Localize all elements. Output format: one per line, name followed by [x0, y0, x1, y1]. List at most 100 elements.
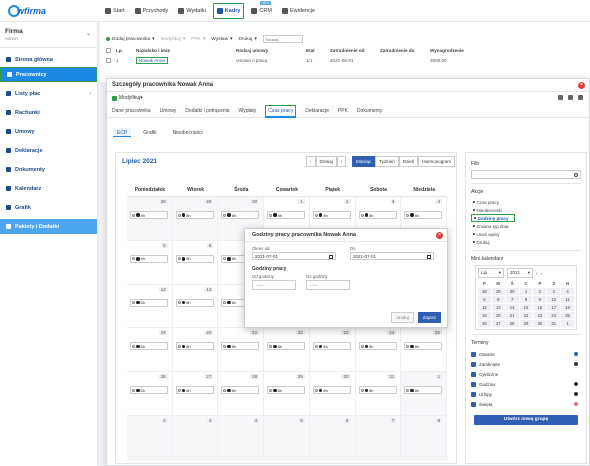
subtab-schedule[interactable]: Grafik	[139, 128, 160, 137]
term-item[interactable]: Urlopy	[471, 389, 581, 399]
next-button[interactable]: ›	[336, 156, 347, 167]
term-item[interactable]: Cykliczne	[471, 369, 581, 379]
mini-day[interactable]: 14	[505, 304, 519, 311]
action-absence[interactable]: Nieobecność	[471, 206, 581, 214]
mini-year-select[interactable]: 2021 ▾	[507, 268, 533, 278]
hours-input[interactable]: 8h	[404, 342, 443, 351]
hours-input[interactable]: 8h	[221, 342, 260, 351]
hours-input[interactable]: 8h	[312, 342, 351, 351]
mini-day[interactable]: 4	[561, 288, 574, 295]
hours-input[interactable]: 8h	[130, 211, 168, 219]
mini-day[interactable]: 11	[561, 296, 574, 303]
cancel-button[interactable]: Anuluj	[391, 312, 414, 323]
calendar-day-cell[interactable]: 31 8h	[355, 372, 402, 417]
mini-day[interactable]: 15	[519, 304, 533, 311]
tab-employee-data[interactable]: Dane pracownika	[112, 108, 151, 117]
mini-day[interactable]: 19	[478, 312, 491, 319]
nav-kadry[interactable]: Kadry	[212, 3, 245, 19]
action-working-time[interactable]: Czas pracy	[471, 198, 581, 206]
table-row[interactable]: 1 Nowak Anna umowa o pracę 1/1 2021-06-0…	[106, 57, 586, 67]
issue-button[interactable]: Wystaw ▾	[211, 37, 232, 42]
hours-input[interactable]: 8h	[130, 386, 168, 395]
calendar-day-cell[interactable]: 29 8h	[172, 197, 219, 241]
term-item[interactable]: Święta	[471, 399, 581, 409]
subtab-ecp[interactable]: ECP	[113, 128, 132, 137]
mini-day[interactable]: 24	[547, 312, 561, 319]
today-button[interactable]: Dzisiaj	[315, 156, 337, 167]
modify-button[interactable]: Modyfikuj ▾	[161, 37, 186, 42]
sidebar-item-documents[interactable]: Dokumenty	[0, 162, 97, 177]
sidebar-item-contracts[interactable]: Umowy	[0, 124, 97, 139]
calendar-day-cell[interactable]: 5	[264, 416, 310, 460]
sidebar-item-employees[interactable]: Pracownicy	[0, 67, 97, 82]
action-delete-entries[interactable]: Usuń wpisy	[471, 230, 581, 238]
mini-day[interactable]: 6	[491, 296, 505, 303]
hours-input[interactable]: 8h	[267, 342, 306, 351]
mini-day[interactable]: 28	[478, 288, 491, 295]
mini-day[interactable]: 20	[491, 312, 505, 319]
subtab-absences[interactable]: Nieobecności	[169, 128, 207, 137]
calendar-day-cell[interactable]: 23 8h	[309, 328, 356, 373]
term-item[interactable]: Otwarte	[471, 349, 581, 359]
tab-contracts[interactable]: Umowy	[160, 108, 177, 117]
add-employee-button[interactable]: Dodaj pracownika ▾	[106, 37, 155, 42]
sidebar-item-schedule[interactable]: Grafik	[0, 200, 97, 215]
calendar-day-cell[interactable]: 3	[172, 416, 219, 460]
mini-day[interactable]: 30	[505, 288, 519, 295]
mini-day[interactable]: 30	[533, 320, 547, 327]
new-group-button[interactable]: Utwórz nową grupę	[474, 415, 578, 425]
sidebar-item-bills[interactable]: Rachunki	[0, 105, 97, 120]
nav-przychody[interactable]: Przychody	[132, 0, 172, 22]
mini-day[interactable]: 12	[478, 304, 491, 311]
calendar-day-cell[interactable]: 6	[309, 416, 356, 460]
mini-day[interactable]: 8	[519, 296, 533, 303]
checkbox[interactable]	[471, 351, 476, 357]
calendar-day-cell[interactable]: 5 8h	[127, 240, 173, 285]
nav-ewidencje[interactable]: Ewidencje	[279, 0, 318, 22]
row-checkbox[interactable]	[106, 58, 111, 63]
mini-day[interactable]: 21	[505, 312, 519, 319]
mini-day[interactable]: 22	[519, 312, 533, 319]
mini-day[interactable]: 18	[561, 304, 574, 311]
sidebar-item-home[interactable]: Strona główna	[0, 52, 97, 67]
hour-from-field[interactable]: --:--	[252, 280, 296, 290]
mini-day[interactable]: 13	[491, 304, 505, 311]
checkbox[interactable]	[471, 361, 476, 367]
filter-search-input[interactable]	[471, 170, 581, 179]
hours-input[interactable]: 8h	[358, 342, 397, 351]
nav-start[interactable]: Start	[102, 0, 128, 22]
mini-day[interactable]: 23	[533, 312, 547, 319]
hours-input[interactable]: 8h	[312, 211, 351, 219]
calendar-day-cell[interactable]: 24 8h	[355, 328, 402, 373]
hours-input[interactable]: 8h	[267, 211, 306, 219]
mini-day[interactable]: 26	[478, 320, 491, 327]
checkbox[interactable]	[471, 391, 476, 397]
date-from-field[interactable]: 2021-07-01	[252, 252, 336, 260]
calendar-day-cell[interactable]: 12 8h	[127, 284, 173, 329]
calendar-day-cell[interactable]: 26 8h	[127, 372, 173, 417]
calendar-day-cell[interactable]: 25 8h	[401, 328, 447, 373]
checkbox[interactable]	[471, 381, 476, 387]
calendar-day-cell[interactable]: 29 8h	[264, 372, 310, 417]
close-icon[interactable]: ×	[436, 232, 443, 239]
calendar-day-cell[interactable]: 1 8h	[401, 372, 447, 417]
action-print[interactable]: Drukuj	[471, 238, 581, 246]
wfirma-logo[interactable]: wfirma	[8, 4, 52, 18]
hours-input[interactable]: 8h	[175, 298, 214, 307]
company-switcher[interactable]: Firma Admin ⌄	[0, 22, 97, 48]
checkbox[interactable]	[471, 401, 476, 407]
mini-day[interactable]: 16	[533, 304, 547, 311]
mini-day[interactable]: 10	[547, 296, 561, 303]
folder-icon[interactable]	[558, 95, 563, 100]
hours-input[interactable]: 8h	[221, 386, 260, 395]
mini-day[interactable]: 31	[547, 320, 561, 327]
hours-input[interactable]: 8h	[130, 254, 168, 263]
action-working-hours[interactable]: Godziny pracy	[471, 214, 515, 222]
mini-day[interactable]: 7	[505, 296, 519, 303]
print-button[interactable]: Drukuj ▾	[238, 37, 256, 42]
tab-ppk[interactable]: PPK	[338, 108, 348, 117]
calendar-day-cell[interactable]: 30 8h	[309, 372, 356, 417]
close-icon[interactable]: ×	[578, 82, 585, 89]
employee-name-link[interactable]: Nowak Anna	[136, 57, 168, 64]
term-item[interactable]: Zamknięte	[471, 359, 581, 369]
